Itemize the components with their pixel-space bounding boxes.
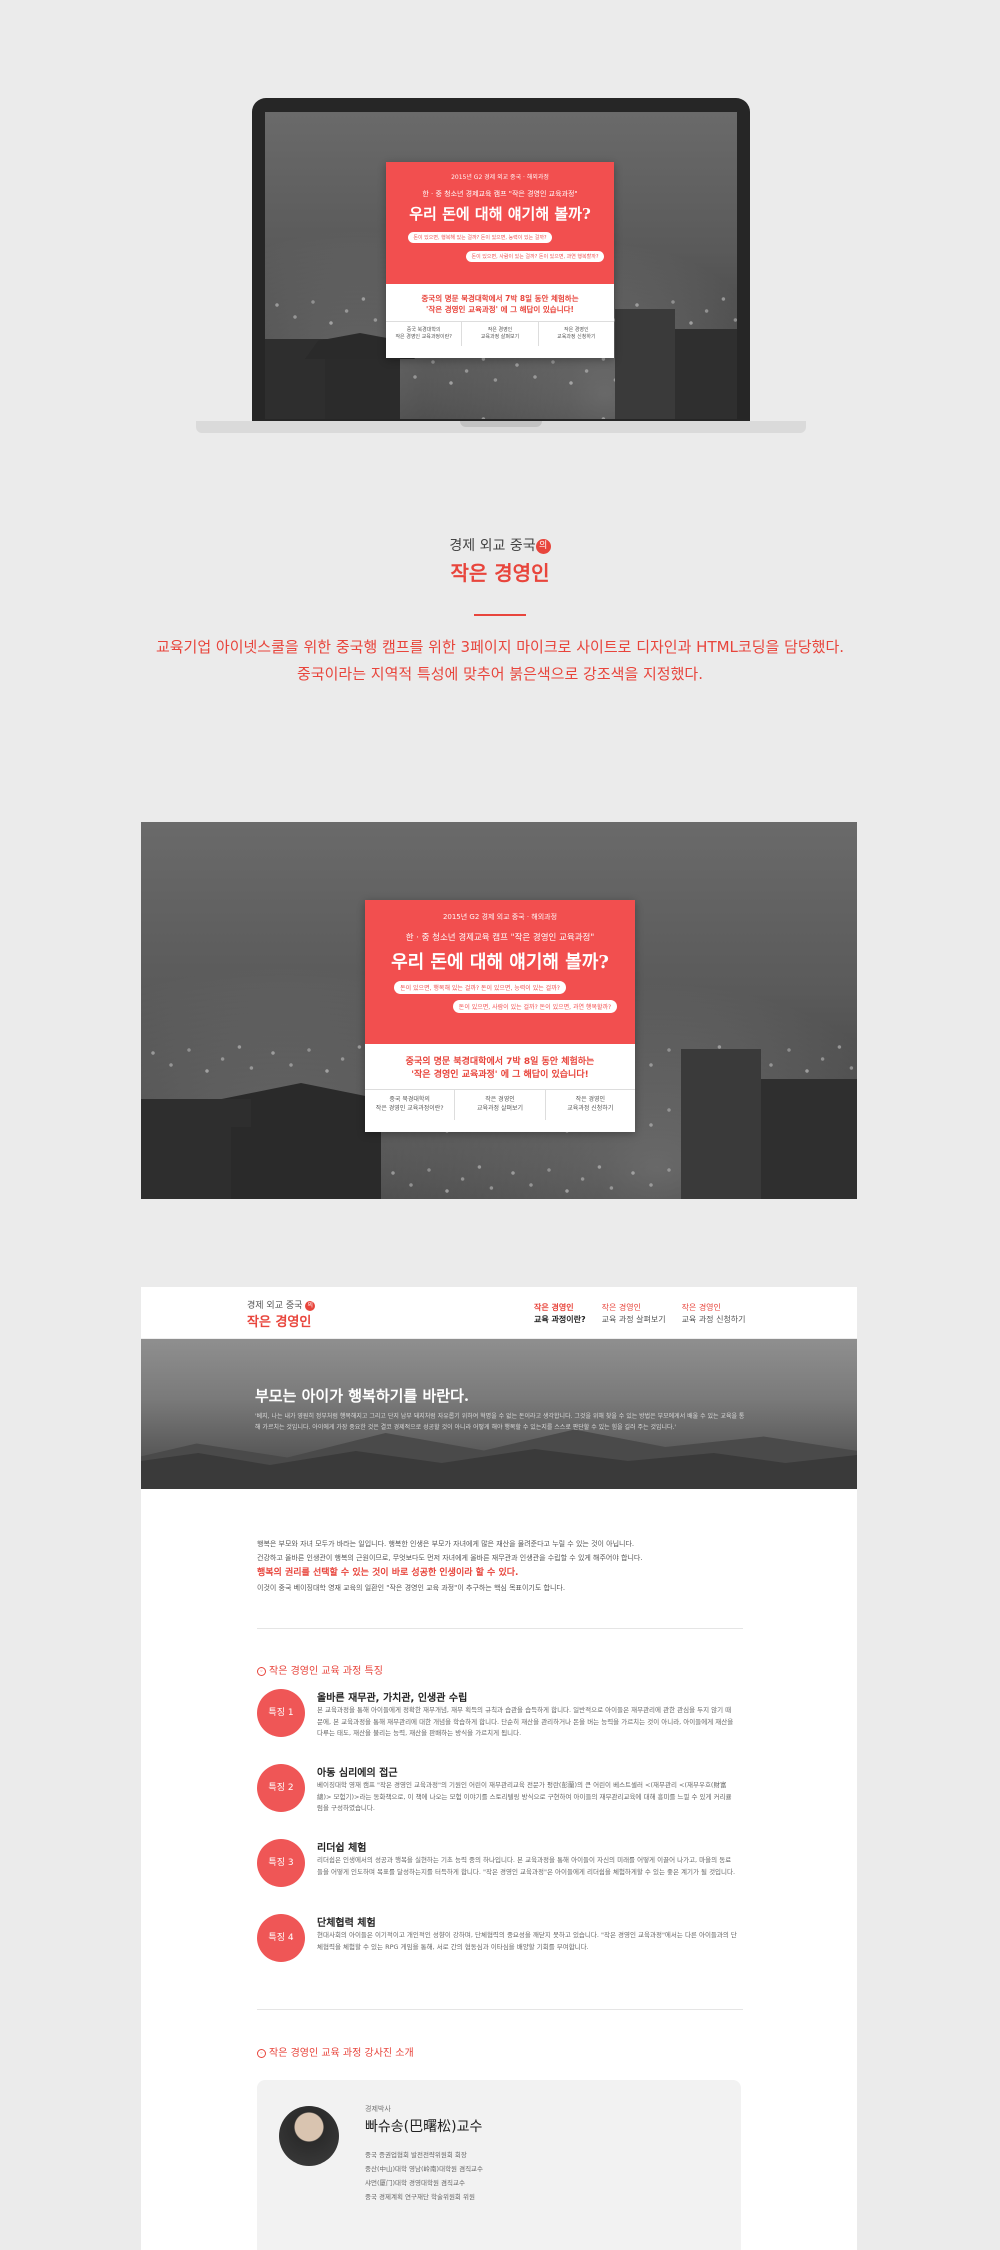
promo-small-title: 2015년 G2 경제 외교 중국 · 해외과정 [451,174,549,181]
features-heading: ◦ 작은 경영인 교육 과정 특징 [257,1662,383,1677]
feature-description: 현대사회의 아이들은 이기적이고 개인적인 성향이 강하며, 단체협력의 중요성… [317,1931,737,1951]
promo-headline: 우리 돈에 대해 얘기해 볼까? [409,205,591,223]
promo-links: 중국 북경대학의 작은 경영인 교육과정이란? 작은 경영인 교육과정 살펴보기 작… [386,321,614,346]
promo-card-header: 2015년 G2 경제 외교 중국 · 해외과정 한 · 중 청소년 경제교육 … [386,162,614,284]
site-hero-banner: 부모는 아이가 행복하기를 바란다. '베지, 나는 내가 영원히 정부처럼 행… [141,1339,857,1489]
instructor-career: 중국 증권업협회 발전전략위원회 회장 중산(中山)대학 영남(岭南)대학원 겸… [365,2151,484,2201]
promo-tag: 한 · 중 청소년 경제교육 캠프 "작은 경영인 교육과정" [405,933,595,943]
instructor-name: 빠슈송(巴曙松)교수 [365,2119,483,2135]
hero-preview: 2015년 G2 경제 외교 중국 · 해외과정 한 · 중 청소년 경제교육 … [141,822,857,1199]
nav-item-overview[interactable]: 작은 경영인 교육 과정 살펴보기 [602,1302,666,1326]
feature-description: 본 교육과정을 통해 아이들에게 정확한 재무개념, 재무 획득의 규칙과 습관… [317,1706,734,1737]
promo-card: 2015년 G2 경제 외교 중국 · 해외과정 한 · 중 청소년 경제교육 … [365,900,635,1132]
site-nav: 작은 경영인 교육 과정이란? 작은 경영인 교육 과정 살펴보기 작은 경영인 교육… [534,1302,746,1326]
divider [474,614,526,616]
nav-item-apply[interactable]: 작은 경영인 교육 과정 신청하기 [682,1302,746,1326]
promo-links: 중국 북경대학의 작은 경영인 교육과정이란? 작은 경영인 교육과정 살펴보기 작… [365,1089,635,1120]
nav-item-intro[interactable]: 작은 경영인 교육 과정이란? [534,1302,586,1326]
intro-text: 행복은 부모와 자녀 모두가 바라는 일입니다. 행복한 인생은 부모가 자녀에… [257,1537,727,1595]
feature-badge: 특징 1 [257,1689,305,1737]
laptop-preview: 2015년 G2 경제 외교 중국 · 해외과정 한 · 중 청소년 경제교육 … [265,112,737,419]
feature-description: 리더쉽은 인생에서의 성공과 행복을 실현하는 기초 능력 중의 하나입니다. … [317,1856,736,1876]
site-header: 경제 외교 중국 의 작은 경영인 작은 경영인 교육 과정이란? 작은 경영인 교… [141,1287,857,1339]
site-logo[interactable]: 경제 외교 중국 의 작은 경영인 [247,1298,316,1330]
promo-link-overview[interactable]: 작은 경영인 교육과정 살펴보기 [455,1090,546,1120]
logo-dot-icon: 의 [305,1300,316,1311]
promo-link-intro[interactable]: 중국 북경대학의 작은 경영인 교육과정이란? [365,1090,456,1120]
feature-title: 단체협력 체험 [317,1918,376,1929]
project-description: 교육기업 아이넷스쿨을 위한 중국행 캠프를 위한 3페이지 마이크로 사이트로… [155,638,845,683]
promo-card-header: 2015년 G2 경제 외교 중국 · 해외과정 한 · 중 청소년 경제교육 … [365,900,635,1044]
instructors-heading: ◦ 작은 경영인 교육 과정 강사진 소개 [257,2044,414,2059]
divider [257,2009,743,2010]
intro-emphasis: 행복의 권리를 선택할 수 있는 것이 바로 성공한 인생이라 할 수 있다. [257,1568,519,1578]
feature-item: 특징 2 아동 심리에의 접근 베이징대학 영재 캠프 "작은 경영인 교육과정… [257,1764,737,1834]
divider [257,1628,743,1629]
laptop-notch [460,421,542,427]
promo-tag: 한 · 중 청소년 경제교육 캠프 "작은 경영인 교육과정" [422,190,578,198]
promo-bubble: 돈이 있으면, 사람이 있는 걸까? 돈이 있으면, 과연 행복할까? [452,1000,618,1013]
site-preview: 경제 외교 중국 의 작은 경영인 작은 경영인 교육 과정이란? 작은 경영인 교… [141,1287,857,2250]
instructor-role: 경제박사 [365,2105,391,2113]
feature-badge: 특징 3 [257,1839,305,1887]
promo-bubble: 돈이 있으면, 사람이 있는 걸까? 돈이 있으면, 과연 행복할까? [466,251,604,262]
promo-link-intro[interactable]: 중국 북경대학의 작은 경영인 교육과정이란? [386,322,463,346]
promo-small-title: 2015년 G2 경제 외교 중국 · 해외과정 [442,913,558,921]
feature-item: 특징 1 올바른 재무관, 가치관, 인생관 수립 본 교육과정을 통해 아이들… [257,1689,737,1759]
feature-title: 아동 심리에의 접근 [317,1768,398,1779]
promo-message: 중국의 명문 북경대학에서 7박 8일 동안 체험하는 '작은 경영인 교육과정… [405,1057,595,1080]
logo-dot-icon: 의 [535,538,551,554]
instructor-card: 경제박사 빠슈송(巴曙松)교수 중국 증권업협회 발전전략위원회 회장 중산(中… [257,2080,741,2250]
promo-link-overview[interactable]: 작은 경영인 교육과정 살펴보기 [462,322,539,346]
feature-badge: 특징 2 [257,1764,305,1812]
promo-card: 2015년 G2 경제 외교 중국 · 해외과정 한 · 중 청소년 경제교육 … [386,162,614,358]
site-hero-title: 부모는 아이가 행복하기를 바란다. [255,1387,470,1405]
feature-badge: 특징 4 [257,1914,305,1962]
promo-message: 중국의 명문 북경대학에서 7박 8일 동안 체험하는 '작은 경영인 교육과정… [421,294,579,314]
circle-icon: ◦ [257,2049,266,2058]
feature-title: 올바른 재무관, 가치관, 인생관 수립 [317,1693,468,1704]
feature-description: 베이징대학 영재 캠프 "작은 경영인 교육과정"의 기원인 어린이 재무관리교… [317,1781,732,1812]
logo-line1: 경제 외교 중국 [449,538,536,554]
site-hero-subtitle: '베지, 나는 내가 영원히 정부처럼 행복해지고 그리고 단지 남부 돼지처럼… [255,1413,745,1431]
promo-link-apply[interactable]: 작은 경영인 교육과정 신청하기 [539,322,614,346]
feature-title: 리더쉽 체험 [317,1843,367,1854]
feature-item: 특징 4 단체협력 체험 현대사회의 아이들은 이기적이고 개인적인 성향이 강… [257,1914,737,1984]
promo-headline: 우리 돈에 대해 얘기해 볼까? [391,952,609,973]
circle-icon: ◦ [257,1667,266,1676]
feature-item: 특징 3 리더쉽 체험 리더쉽은 인생에서의 성공과 행복을 실현하는 기초 능… [257,1839,737,1909]
instructor-avatar [279,2106,339,2166]
promo-bubble: 돈이 있으면, 행복해 있는 걸까? 돈이 있으면, 능력이 있는 걸까? [408,232,552,243]
promo-link-apply[interactable]: 작은 경영인 교육과정 신청하기 [546,1090,635,1119]
project-logo: 경제 외교 중국 의 작은 경영인 [0,535,1000,586]
promo-bubble: 돈이 있으면, 행복해 있는 걸까? 돈이 있으면, 능력이 있는 걸까? [394,981,566,994]
logo-line2: 작은 경영인 [450,561,550,585]
